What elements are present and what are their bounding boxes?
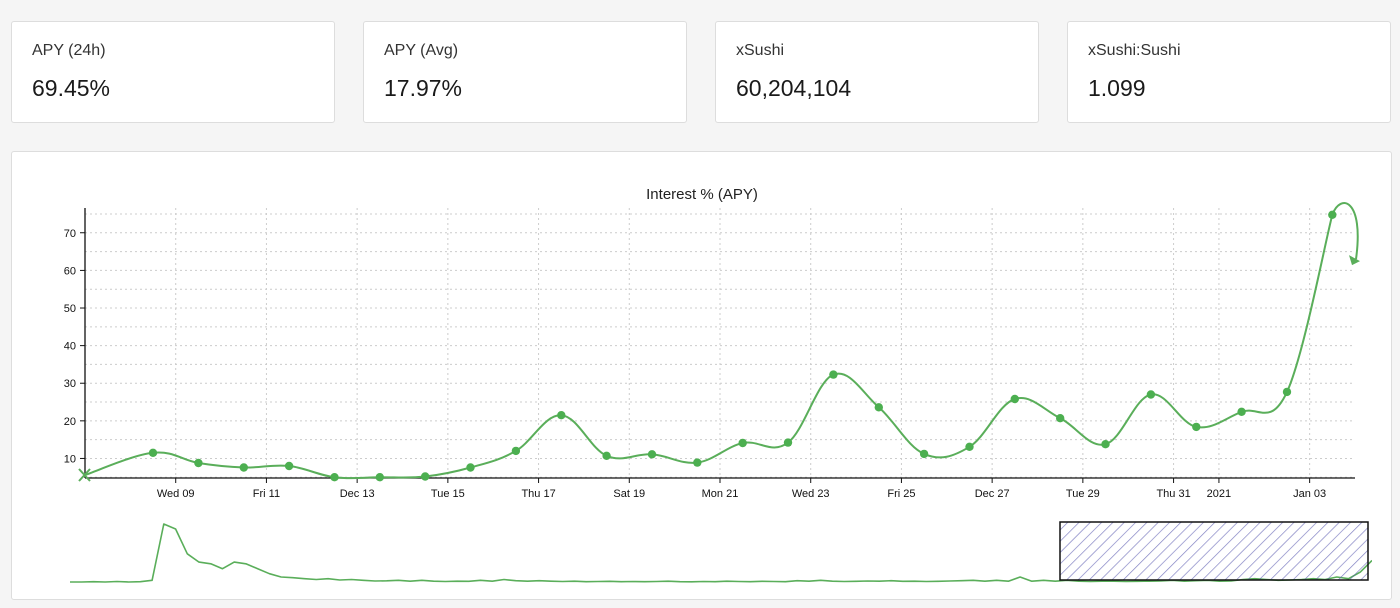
x-tick-label: Wed 23 <box>792 488 830 500</box>
data-point[interactable] <box>1237 407 1246 416</box>
data-point[interactable] <box>693 458 702 467</box>
x-tick-label: Mon 21 <box>702 488 739 500</box>
data-point[interactable] <box>421 472 430 481</box>
data-point[interactable] <box>1010 394 1019 404</box>
grid <box>85 208 1355 478</box>
y-tick-label: 70 <box>64 228 76 240</box>
x-tick-label: Tue 15 <box>431 488 465 500</box>
stats-row: APY (24h) 69.45% APY (Avg) 17.97% xSushi… <box>11 21 1392 125</box>
data-point[interactable] <box>239 463 248 472</box>
chart-title: Interest % (APY) <box>646 186 758 203</box>
x-tick-label: Tue 29 <box>1066 488 1100 500</box>
data-point[interactable] <box>919 449 929 459</box>
stat-label: APY (24h) <box>32 42 106 59</box>
series-line <box>84 202 1359 480</box>
stat-card-xsushi-ratio: xSushi:Sushi 1.099 <box>1067 21 1391 123</box>
data-point[interactable] <box>874 403 883 412</box>
stat-label: xSushi:Sushi <box>1088 42 1181 59</box>
data-point[interactable] <box>1056 414 1065 423</box>
data-point[interactable] <box>647 450 657 459</box>
x-tick-label: Jan 03 <box>1293 488 1326 500</box>
x-tick-label: Fri 25 <box>887 488 915 500</box>
y-tick-label: 40 <box>64 341 76 353</box>
y-tick-label: 20 <box>64 416 76 428</box>
y-tick-label: 50 <box>64 303 76 315</box>
data-point[interactable] <box>557 411 566 420</box>
stat-card-apy-24h: APY (24h) 69.45% <box>11 21 335 123</box>
y-tick-label: 10 <box>64 453 76 465</box>
data-point[interactable] <box>783 438 793 447</box>
y-tick-label: 60 <box>64 265 76 277</box>
stat-value: 1.099 <box>1088 75 1146 101</box>
data-point[interactable] <box>829 370 838 379</box>
data-point[interactable] <box>375 473 384 482</box>
data-point[interactable] <box>148 448 158 457</box>
data-point[interactable] <box>330 473 339 482</box>
x-tick-label: Sat 19 <box>613 488 645 500</box>
data-point[interactable] <box>1192 422 1201 432</box>
series-end-arrow <box>1349 255 1360 266</box>
x-tick-label: Wed 09 <box>157 488 195 500</box>
stat-label: xSushi <box>736 42 785 59</box>
x-tick-label: Dec 27 <box>975 488 1010 500</box>
data-point[interactable] <box>602 451 611 460</box>
stat-card-xsushi: xSushi 60,204,104 <box>715 21 1039 123</box>
stat-value: 69.45% <box>32 75 111 101</box>
data-point[interactable] <box>1282 387 1292 397</box>
x-tick-label: Thu 31 <box>1156 488 1190 500</box>
overview-brush[interactable] <box>1059 521 1369 581</box>
data-point[interactable] <box>965 442 974 451</box>
apy-chart: Interest % (APY) 10 20 30 40 50 60 70 Wed 09 Fri… <box>64 186 1372 583</box>
data-point[interactable] <box>284 461 294 471</box>
data-point[interactable] <box>511 446 521 456</box>
chart-card: Interest % (APY) 10 20 30 40 50 60 70 Wed 09 Fri… <box>11 151 1392 600</box>
data-point[interactable] <box>1328 210 1337 219</box>
x-tick-label: Dec 13 <box>340 488 375 500</box>
stat-value: 17.97% <box>384 75 463 101</box>
x-tick-label: 2021 <box>1207 488 1231 500</box>
data-point[interactable] <box>194 458 203 468</box>
data-point[interactable] <box>466 463 475 472</box>
y-tick-label: 30 <box>64 378 76 390</box>
x-tick-label: Thu 17 <box>521 488 555 500</box>
stat-card-apy-avg: APY (Avg) 17.97% <box>363 21 687 123</box>
stat-label: APY (Avg) <box>384 42 459 59</box>
data-point[interactable] <box>738 438 747 448</box>
stat-value: 60,204,104 <box>736 75 852 101</box>
data-point[interactable] <box>1101 440 1110 449</box>
x-tick-label: Fri 11 <box>253 488 280 500</box>
data-point[interactable] <box>1146 390 1156 399</box>
